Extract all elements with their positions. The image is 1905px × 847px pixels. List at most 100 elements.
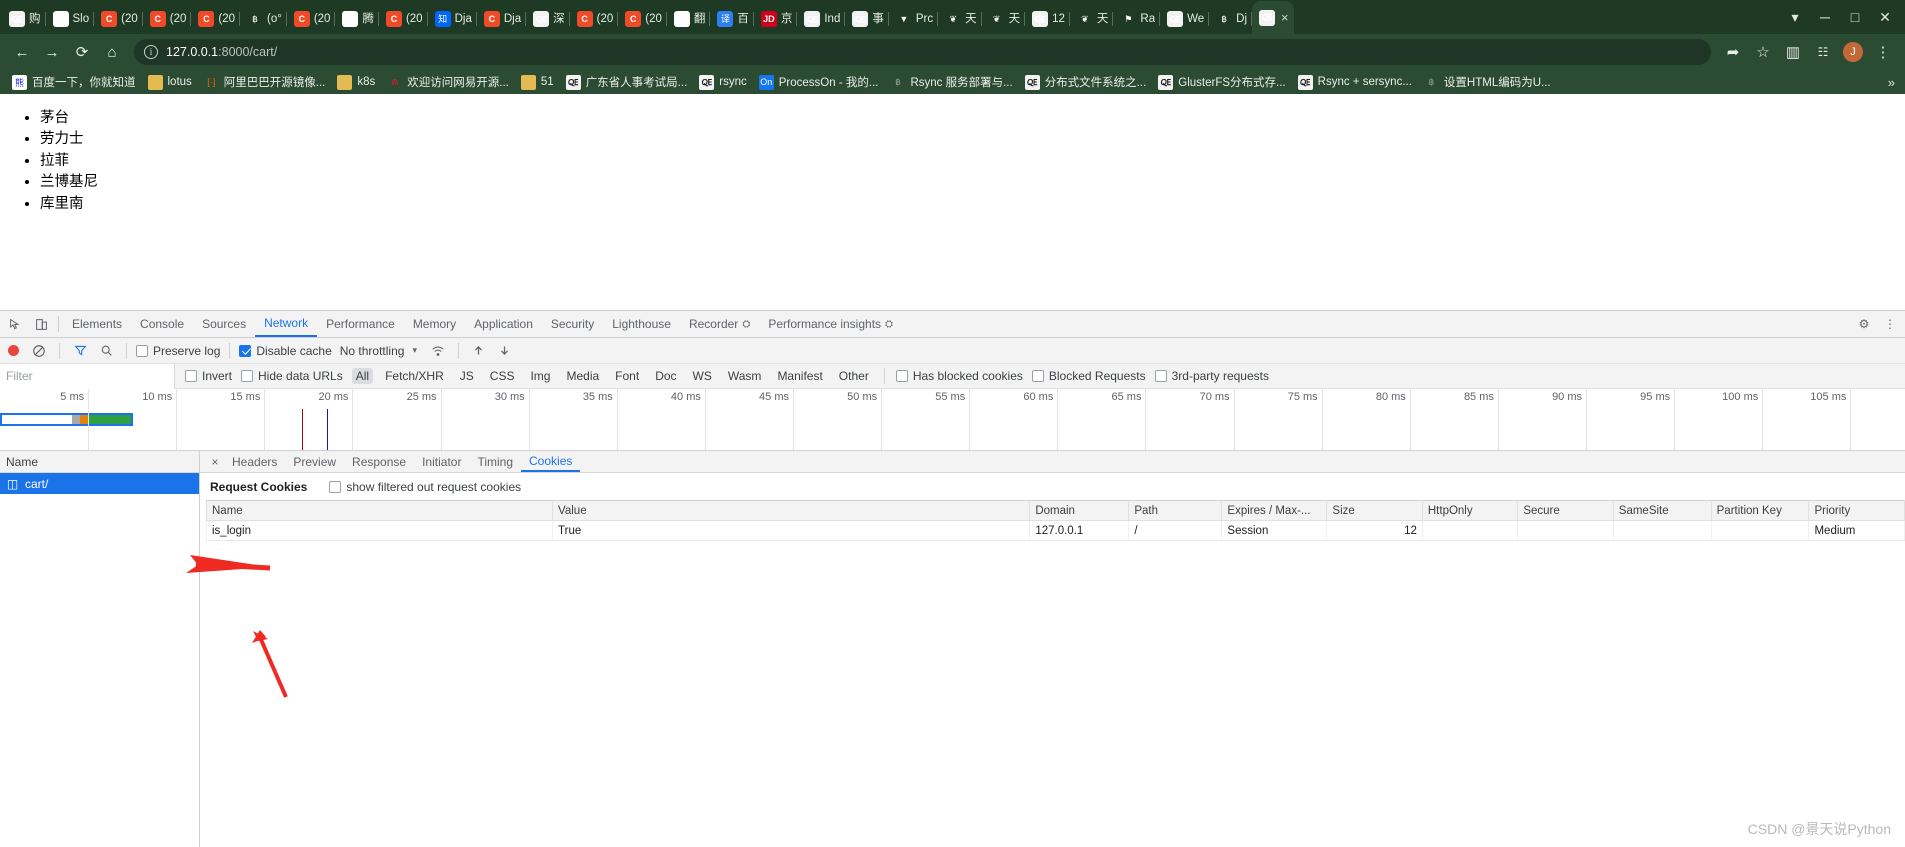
devtools-tab-memory[interactable]: Memory xyxy=(404,311,465,337)
bookmark-8[interactable]: On ProcessOn - 我的... xyxy=(753,72,885,92)
request-row-cart[interactable]: ◫ cart/ xyxy=(0,473,199,494)
browser-tab-8[interactable]: C (20 xyxy=(379,4,428,34)
browser-tab-11[interactable]: 🜀 深 xyxy=(526,4,570,34)
browser-tab-23[interactable]: ❦ 天 xyxy=(1070,4,1114,34)
export-har-icon[interactable] xyxy=(494,340,516,362)
filter-type-font[interactable]: Font xyxy=(611,368,643,384)
browser-tab-14[interactable]: 熊翻 xyxy=(667,4,711,34)
filter-type-js[interactable]: JS xyxy=(456,368,478,384)
bookmark-3[interactable]: k8s xyxy=(331,73,381,92)
detail-tab-response[interactable]: Response xyxy=(344,451,414,472)
devtools-tab-recorder[interactable]: Recorder ⛭ xyxy=(680,311,759,337)
devtools-tab-performance[interactable]: Performance xyxy=(317,311,404,337)
clear-network-log-icon[interactable] xyxy=(28,340,50,362)
chevron-down-icon[interactable]: ▾ xyxy=(412,345,417,356)
browser-tab-25[interactable]: 🜀 We xyxy=(1160,4,1210,34)
home-button[interactable]: ⌂ xyxy=(98,38,126,66)
browser-tab-4[interactable]: C (20 xyxy=(191,4,240,34)
cookies-column-header[interactable]: Size xyxy=(1326,500,1423,521)
cookies-column-header[interactable]: HttpOnly xyxy=(1421,500,1519,521)
close-window-button[interactable]: ✕ xyxy=(1871,3,1899,31)
inspect-element-icon[interactable] xyxy=(2,312,28,337)
bookmark-9[interactable]: ฿ Rsync 服务部署与... xyxy=(884,72,1018,92)
bookmark-6[interactable]: 🜀 广东省人事考试局... xyxy=(560,72,694,92)
bookmark-12[interactable]: 🜀 Rsync + sersync... xyxy=(1292,73,1418,92)
browser-tab-1[interactable]: 熊 Slo xyxy=(46,4,95,34)
browser-tab-19[interactable]: ▼ Prc xyxy=(889,4,939,34)
has-blocked-cookies-checkbox[interactable]: Has blocked cookies xyxy=(895,369,1023,383)
bookmark-13[interactable]: ฿ 设置HTML编码为U... xyxy=(1418,72,1557,92)
split-view-icon[interactable]: ▥ xyxy=(1779,38,1807,66)
detail-tab-timing[interactable]: Timing xyxy=(469,451,521,472)
browser-tab-16[interactable]: JD 京 xyxy=(754,4,798,34)
back-button[interactable]: ← xyxy=(8,38,36,66)
bookmark-4[interactable]: ⋒ 欢迎访问网易开源... xyxy=(381,72,515,92)
devtools-tab-console[interactable]: Console xyxy=(131,311,193,337)
browser-tab-12[interactable]: C (20 xyxy=(570,4,619,34)
detail-tab-cookies[interactable]: Cookies xyxy=(521,451,581,472)
site-info-icon[interactable]: i xyxy=(144,45,158,59)
detail-tab-headers[interactable]: Headers xyxy=(224,451,285,472)
third-party-requests-checkbox[interactable]: 3rd-party requests xyxy=(1154,369,1269,383)
bookmark-star-icon[interactable]: ☆ xyxy=(1749,38,1777,66)
bookmark-0[interactable]: 熊百度一下，你就知道 xyxy=(6,72,142,92)
cookies-column-header[interactable]: SameSite xyxy=(1612,500,1712,521)
detail-tab-initiator[interactable]: Initiator xyxy=(414,451,469,472)
browser-tab-17[interactable]: 🜀 Ind xyxy=(797,4,846,34)
filter-type-media[interactable]: Media xyxy=(562,368,603,384)
close-tab-icon[interactable]: × xyxy=(1281,10,1289,25)
filter-icon[interactable] xyxy=(69,340,91,362)
browser-tab-20[interactable]: ❦ 天 xyxy=(938,4,982,34)
share-icon[interactable]: ➦ xyxy=(1719,38,1747,66)
browser-tab-9[interactable]: 知 Dja xyxy=(428,4,477,34)
cookies-column-header[interactable]: Secure xyxy=(1517,500,1614,521)
browser-tab-15[interactable]: 译百 xyxy=(710,4,754,34)
maximize-button[interactable]: □ xyxy=(1841,3,1869,31)
table-row[interactable]: is_login True 127.0.0.1/Session 12 Medium xyxy=(205,520,1905,541)
cookies-column-header[interactable]: Path xyxy=(1128,500,1223,521)
bookmark-5[interactable]: 51 xyxy=(515,73,560,92)
bookmark-7[interactable]: 🜀 rsync xyxy=(693,73,752,92)
browser-tab-2[interactable]: C (20 xyxy=(94,4,143,34)
devtools-tab-network[interactable]: Network xyxy=(255,311,318,337)
show-filtered-cookies-checkbox[interactable]: show filtered out request cookies xyxy=(329,480,521,494)
browser-tab-21[interactable]: ❦ 天 xyxy=(982,4,1026,34)
browser-tab-0[interactable]: 🜀 购 xyxy=(2,4,46,34)
filter-type-css[interactable]: CSS xyxy=(486,368,519,384)
network-overview-timeline[interactable]: 5 ms 10 ms 15 ms 20 ms 25 ms 30 ms 35 ms 40 ms 4… xyxy=(0,389,1905,451)
devtools-tab-elements[interactable]: Elements xyxy=(63,311,131,337)
browser-tab-7[interactable]: M腾 xyxy=(335,4,379,34)
cookies-column-header[interactable]: Value xyxy=(552,500,1031,521)
filter-type-manifest[interactable]: Manifest xyxy=(773,368,826,384)
device-toolbar-icon[interactable] xyxy=(28,312,54,337)
close-detail-icon[interactable]: × xyxy=(206,455,224,469)
record-network-log-button[interactable] xyxy=(8,345,19,356)
disable-cache-checkbox[interactable]: Disable cache xyxy=(239,344,332,358)
profile-avatar[interactable]: J xyxy=(1839,38,1867,66)
cookies-column-header[interactable]: Partition Key xyxy=(1710,500,1810,521)
bookmark-10[interactable]: 🜀 分布式文件系统之... xyxy=(1019,72,1153,92)
browser-tab-26[interactable]: ฿ Dj xyxy=(1209,4,1252,34)
browser-tab-6[interactable]: C (20 xyxy=(287,4,336,34)
browser-tab-3[interactable]: C (20 xyxy=(143,4,192,34)
filter-type-other[interactable]: Other xyxy=(835,368,873,384)
browser-tab-22[interactable]: 🜀 12 xyxy=(1025,4,1070,34)
bookmark-2[interactable]: [·] 阿里巴巴开源镜像... xyxy=(198,72,332,92)
detail-tab-preview[interactable]: Preview xyxy=(285,451,344,472)
import-har-icon[interactable] xyxy=(468,340,490,362)
filter-type-wasm[interactable]: Wasm xyxy=(724,368,766,384)
filter-type-all[interactable]: All xyxy=(351,368,374,384)
filter-type-ws[interactable]: WS xyxy=(689,368,716,384)
filter-type-img[interactable]: Img xyxy=(526,368,554,384)
bookmark-1[interactable]: lotus xyxy=(142,73,198,92)
network-conditions-icon[interactable] xyxy=(427,340,449,362)
invert-checkbox[interactable]: Invert xyxy=(185,369,232,383)
forward-button[interactable]: → xyxy=(38,38,66,66)
bookmarks-overflow-button[interactable]: » xyxy=(1888,75,1899,90)
chrome-menu-icon[interactable]: ⋮ xyxy=(1869,38,1897,66)
blocked-requests-checkbox[interactable]: Blocked Requests xyxy=(1031,369,1146,383)
browser-tab-27[interactable]: 🜀 × xyxy=(1252,1,1294,34)
devtools-tab-lighthouse[interactable]: Lighthouse xyxy=(603,311,680,337)
cookies-column-header[interactable]: Priority xyxy=(1808,500,1905,521)
reload-button[interactable]: ⟳ xyxy=(68,38,96,66)
